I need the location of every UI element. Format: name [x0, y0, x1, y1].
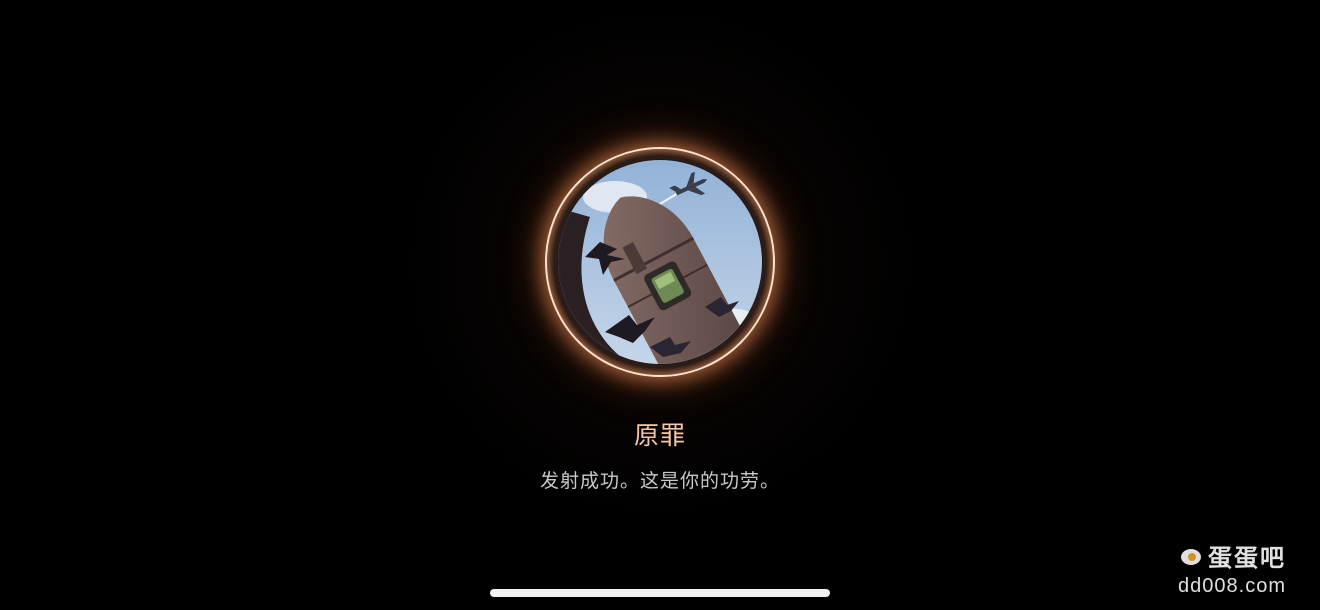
achievement-screen: 原罪 发射成功。这是你的功劳。 蛋蛋吧 dd008.com — [0, 0, 1320, 610]
watermark-brand: 蛋蛋吧 — [1208, 544, 1286, 572]
home-indicator[interactable] — [490, 589, 830, 597]
achievement-title: 原罪 — [633, 421, 686, 450]
badge-ring — [545, 147, 775, 377]
achievement-badge — [545, 147, 775, 377]
watermark: 蛋蛋吧 dd008.com — [1178, 538, 1286, 598]
egg-logo-icon — [1181, 548, 1201, 565]
achievement-description: 发射成功。这是你的功劳。 — [539, 470, 780, 492]
watermark-url: dd008.com — [1178, 575, 1286, 597]
